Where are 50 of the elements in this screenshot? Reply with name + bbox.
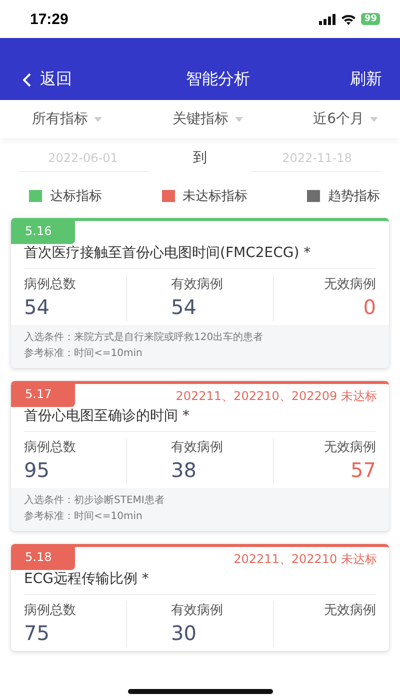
criteria-text: 参考标准：时间<=10min <box>24 510 144 524</box>
filter-dropdown[interactable]: 所有指标 <box>32 110 102 128</box>
page-title: 智能分析 <box>186 69 250 90</box>
dropdown-caret-icon <box>234 116 243 122</box>
stat-label: 有效病例 <box>171 276 224 293</box>
stat-label: 无效病例 <box>324 276 376 293</box>
stat-label: 病例总数 <box>24 439 77 456</box>
stat-label: 病例总数 <box>24 602 77 619</box>
indicator-title: ECG远程传输比例 * <box>24 568 376 595</box>
indicator-title: 首次医疗接触至首份心电图时间(FMC2ECG) * <box>24 242 376 269</box>
legend-label: 未达标指标 <box>182 188 248 205</box>
refresh-button[interactable]: 刷新 <box>350 69 382 90</box>
stat-label: 无效病例 <box>324 602 376 619</box>
alert-text: 202211、202210、202209 未达标 <box>176 388 378 405</box>
status-time: 17:29 <box>30 10 68 28</box>
indicator-card[interactable]: 5.16 首次医疗接触至首份心电图时间(FMC2ECG) * 病例总数 54 有效病例 54 无效病例 0 入选条件：来院方式是自行来院或呼救120出车的患者 参考标准：时间<=10min <box>11 218 389 368</box>
stat-value: 38 <box>171 458 198 484</box>
criteria-text: 参考标准：时间<=10min <box>24 346 144 361</box>
stat-value: 95 <box>24 458 50 484</box>
criteria-text: 入选条件：初步诊断STEMI患者 <box>24 494 166 508</box>
indicator-title: 首份心电图至确诊的时间 * <box>24 405 376 432</box>
stat-label: 有效病例 <box>171 439 224 456</box>
legend-label: 趋势指标 <box>328 188 380 205</box>
indicator-card[interactable]: 5.17 202211、202210、202209 未达标 首份心电图至确诊的时间 * 病例总数 95 有效病例 38 无效病例 57 入选条件：初步诊断STEMI患者 参考标准：时间<=10min <box>11 381 389 531</box>
filter-dropdown[interactable]: 关键指标 <box>172 110 243 128</box>
indicator-code-badge: 5.18 <box>11 547 75 570</box>
battery-indicator: 99 <box>361 13 380 25</box>
date-separator: 到 <box>193 149 207 168</box>
stat-value: 54 <box>24 295 50 321</box>
filter-dropdown[interactable]: 近6个月 <box>313 110 378 128</box>
stat-value: 30 <box>171 621 198 647</box>
indicator-code-badge: 5.16 <box>11 221 75 244</box>
signal-icon <box>319 14 336 24</box>
stat-value: 0 <box>363 295 376 321</box>
back-button[interactable]: 返回 <box>22 69 72 90</box>
legend-label: 达标指标 <box>50 188 102 205</box>
dropdown-caret-icon <box>94 116 102 122</box>
stat-label: 有效病例 <box>171 602 224 619</box>
indicator-card[interactable]: 5.18 202211、202210 未达标 ECG远程传输比例 * 病例总数 75 有效病例 30 无效病例 <box>11 544 389 651</box>
stat-value: 75 <box>24 621 50 647</box>
stat-label: 病例总数 <box>24 276 77 293</box>
dropdown-caret-icon <box>370 116 378 122</box>
back-chevron-icon <box>22 72 32 86</box>
criteria-text: 入选条件：来院方式是自行来院或呼救120出车的患者 <box>24 330 264 345</box>
stat-value: 57 <box>350 458 376 484</box>
stat-label: 无效病例 <box>324 439 376 456</box>
stat-value: 54 <box>171 295 198 321</box>
alert-text: 202211、202210 未达标 <box>234 551 378 568</box>
wifi-icon <box>341 14 356 24</box>
indicator-code-badge: 5.17 <box>11 384 75 407</box>
